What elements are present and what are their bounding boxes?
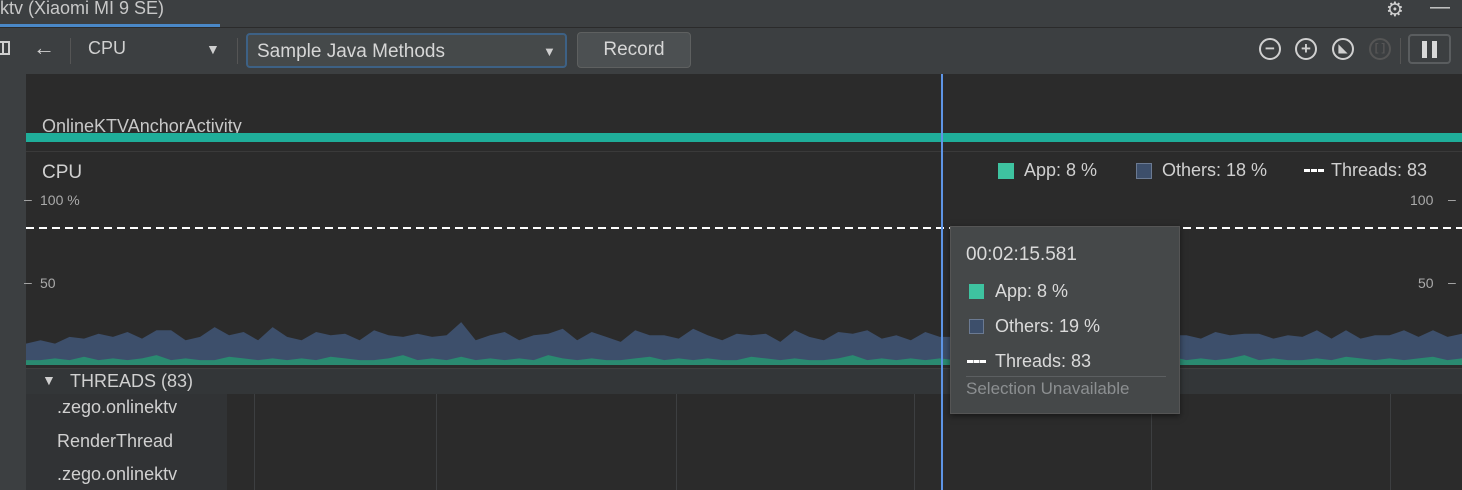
cpu-usage-panel[interactable]: CPU App: 8 % Others: 18 % Threads: 83 – … [24,152,1462,368]
zoom-to-selection-icon[interactable]: [ ] [1369,38,1391,60]
profiler-select[interactable]: CPU [88,38,126,59]
thread-name[interactable]: .zego.onlinektv [57,397,177,418]
profiler-toolbar: ← CPU ▼ Sample Java Methods ▼ Record − +… [0,28,1462,75]
y-axis-label-100-left: 100 % [40,192,80,208]
gear-icon[interactable]: ⚙ [1386,0,1404,22]
tooltip-app-swatch [969,284,984,299]
y-axis-label-50-left: 50 [40,275,56,291]
tooltip-threads-swatch [967,360,986,363]
left-gutter [0,74,26,490]
chevron-down-icon[interactable]: ▼ [206,41,220,57]
recording-mode-select[interactable]: Sample Java Methods ▼ [246,33,567,68]
y-axis-label-100-right: 100 [1410,192,1434,208]
tooltip-threads: Threads: 83 [995,351,1092,371]
reset-zoom-icon[interactable]: ◣ [1332,38,1354,60]
cpu-usage-chart [26,227,1462,365]
tooltip-divider [966,376,1166,377]
tooltip-app: App: 8 % [995,281,1069,301]
thread-names-column: .zego.onlinektv RenderThread .zego.onlin… [26,394,227,490]
legend-app: App: 8 % [1024,160,1098,180]
legend-others-swatch [1136,163,1152,179]
title-bar: ktv (Xiaomi MI 9 SE) ⚙ — [0,0,1462,28]
recording-mode-value: Sample Java Methods [257,41,445,62]
tooltip-others-swatch [969,319,984,334]
legend-threads-swatch [1304,169,1324,172]
pause-icon[interactable] [1408,34,1451,64]
tooltip-others: Others: 19 % [995,316,1101,336]
threads-section-header[interactable]: ▼ THREADS (83) [26,368,1462,395]
time-cursor-line [941,74,943,490]
legend-app-swatch [998,163,1014,179]
y-axis-tick-left: – [24,191,32,207]
toolbar-divider [70,38,71,64]
activity-bar[interactable] [26,133,1462,142]
title-tab-indicator [0,24,220,27]
chevron-down-icon: ▼ [543,44,556,59]
expand-caret-icon[interactable]: ▼ [42,372,56,388]
y-axis-label-50-right: 50 [1418,275,1434,291]
thread-name[interactable]: RenderThread [57,431,173,452]
tooltip-selection-status: Selection Unavailable [966,379,1130,398]
threads-list[interactable]: .zego.onlinektv RenderThread .zego.onlin… [26,394,1462,490]
back-arrow-icon[interactable]: ← [33,35,55,61]
minimize-icon[interactable]: — [1430,0,1450,19]
y-axis-tick-left: – [24,274,32,290]
thread-name[interactable]: .zego.onlinektv [57,464,177,485]
activity-lane: OnlineKTVAnchorActivity [26,74,1462,152]
sessions-panel-icon[interactable] [0,41,10,55]
legend-threads: Threads: 83 [1331,160,1428,180]
grid-line [436,394,437,490]
threads-title: THREADS (83) [70,371,194,391]
legend-others: Others: 18 % [1162,160,1268,180]
grid-line [676,394,677,490]
zoom-out-icon[interactable]: − [1259,38,1281,60]
grid-line [914,394,915,490]
y-axis-tick-right: – [1448,274,1456,290]
window-title: ktv (Xiaomi MI 9 SE) [0,0,165,18]
cpu-chart-title: CPU [42,162,83,183]
y-axis-tick-right: – [1448,191,1456,207]
toolbar-divider [237,38,238,64]
record-button[interactable]: Record [577,32,691,68]
grid-line [254,394,255,490]
toolbar-divider [1400,38,1401,64]
cpu-tooltip: 00:02:15.581 App: 8 % Others: 19 % Threa… [950,226,1180,414]
zoom-in-icon[interactable]: + [1295,38,1317,60]
grid-line [1390,394,1391,490]
tooltip-timestamp: 00:02:15.581 [966,244,1077,265]
